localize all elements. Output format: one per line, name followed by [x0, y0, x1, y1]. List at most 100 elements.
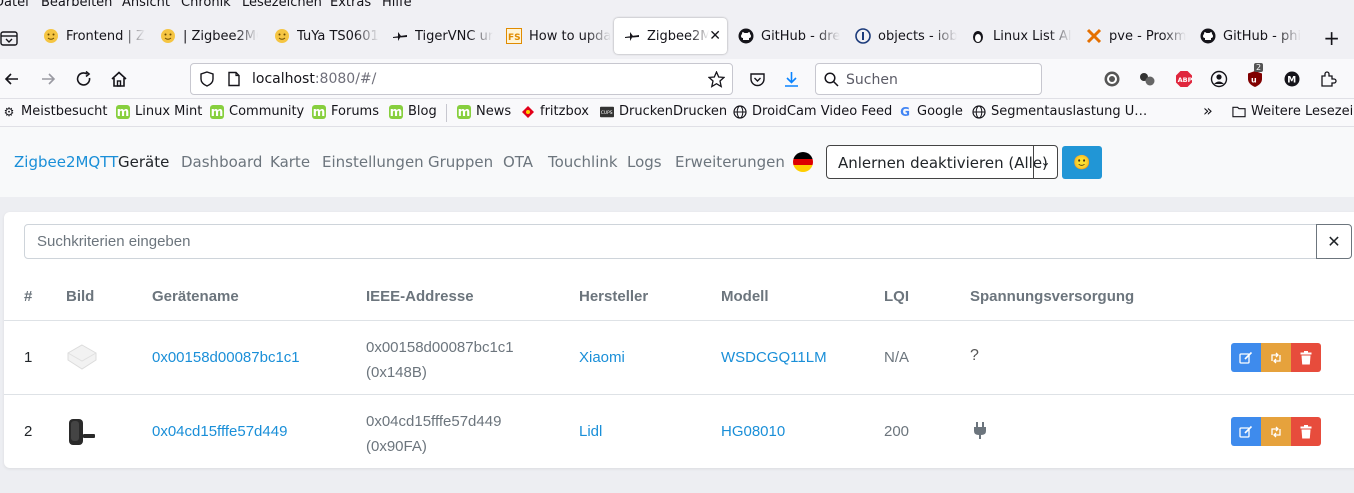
header-model[interactable]: Modell [721, 288, 769, 305]
extension-balls-icon[interactable] [1135, 67, 1159, 91]
emoji-icon [274, 28, 290, 44]
tab-zigbee2mqtt-1[interactable]: | Zigbee2MQ [150, 18, 258, 54]
bookmark-drucken[interactable]: CUPS DruckenDrucken [600, 104, 727, 119]
home-button[interactable] [107, 67, 131, 91]
nav-dashboard[interactable]: Dashboard [181, 153, 262, 171]
bookmark-star-icon[interactable] [708, 71, 725, 88]
github-icon [1200, 28, 1216, 44]
bookmark-other-folder[interactable]: Weitere Lesezeic [1232, 104, 1354, 119]
emoji-icon [43, 28, 59, 44]
nav-map[interactable]: Karte [270, 153, 310, 171]
device-search-input[interactable] [24, 224, 1317, 259]
search-bar[interactable]: Suchen [815, 63, 1042, 95]
tab-how-to-update[interactable]: FS How to upda [496, 18, 612, 54]
extensions-puzzle-icon[interactable] [1316, 67, 1340, 91]
remove-button[interactable] [1291, 417, 1321, 446]
shield-icon[interactable] [199, 71, 215, 87]
pocket-icon[interactable] [745, 67, 769, 91]
header-vendor[interactable]: Hersteller [579, 288, 648, 305]
github-icon [738, 28, 754, 44]
tab-github-2[interactable]: GitHub - phi [1190, 18, 1302, 54]
bookmark-separator [446, 104, 447, 122]
bookmark-news[interactable]: m News [457, 104, 511, 119]
extension-m-icon[interactable]: M [1280, 67, 1304, 91]
app-brand[interactable]: Zigbee2MQTT [14, 153, 118, 171]
emoji-button[interactable]: 🙂 [1062, 146, 1102, 179]
nav-settings[interactable]: Einstellungen [322, 153, 424, 171]
bookmark-droidcam[interactable]: DroidCam Video Feed [733, 104, 892, 119]
menu-help[interactable]: Hilfe [382, 0, 412, 10]
new-tab-button[interactable]: + [1323, 26, 1340, 50]
clear-search-button[interactable]: ✕ [1316, 224, 1352, 259]
bookmarks-overflow-button[interactable]: » [1203, 101, 1213, 120]
fritzbox-icon [521, 105, 535, 119]
header-image[interactable]: Bild [66, 288, 94, 305]
downloads-icon[interactable] [779, 67, 803, 91]
vendor-link[interactable]: Xiaomi [579, 349, 625, 366]
tab-zigbee2mqtt-active[interactable]: Zigbee2MQTT ✕ [614, 18, 727, 54]
vendor-link[interactable]: Lidl [579, 423, 602, 440]
bookmark-google[interactable]: G Google [898, 104, 963, 119]
zigbee-icon [624, 28, 640, 44]
reconfigure-button[interactable] [1261, 417, 1291, 446]
bookmark-segmentauslastung[interactable]: Segmentauslastung U… [972, 104, 1147, 119]
menu-edit[interactable]: Bearbeiten [41, 0, 112, 10]
tab-iobroker[interactable]: objects - iob [845, 18, 957, 54]
back-button[interactable] [0, 67, 24, 91]
tab-proxmox[interactable]: pve - Proxm [1076, 18, 1188, 54]
tab-linux-list[interactable]: Linux List Al [960, 18, 1072, 54]
reload-button[interactable] [72, 67, 96, 91]
row-actions [1231, 343, 1321, 372]
svg-text:M: M [1287, 76, 1296, 86]
url-text[interactable]: localhost:8080/#/ [252, 71, 376, 87]
edit-button[interactable] [1231, 417, 1261, 446]
header-lqi[interactable]: LQI [884, 288, 909, 305]
bookmark-blog[interactable]: m Blog [389, 104, 437, 119]
bookmark-most-visited[interactable]: ⚙ Meistbesucht [2, 104, 108, 119]
edit-button[interactable] [1231, 343, 1261, 372]
bookmark-fritzbox[interactable]: fritzbox [521, 104, 589, 119]
header-ieee[interactable]: IEEE-Addresse [366, 288, 474, 305]
chevron-down-icon[interactable]: ⌄ [1033, 146, 1057, 178]
model-link[interactable]: WSDCGQ11LM [721, 349, 827, 366]
menu-tools[interactable]: Extras [330, 0, 371, 10]
model-link[interactable]: HG08010 [721, 423, 785, 440]
header-power[interactable]: Spannungsversorgung [970, 288, 1134, 305]
trash-icon [1300, 424, 1312, 438]
page-icon[interactable] [226, 71, 242, 87]
reconfigure-button[interactable] [1261, 343, 1291, 372]
nav-devices[interactable]: Geräte [118, 153, 169, 171]
forward-button[interactable] [36, 67, 60, 91]
nav-extensions[interactable]: Erweiterungen [675, 153, 785, 171]
menu-view[interactable]: Ansicht [122, 0, 170, 10]
device-name-link[interactable]: 0x00158d00087bc1c1 [152, 349, 300, 366]
nav-logs[interactable]: Logs [627, 153, 662, 171]
permit-join-button[interactable]: Anlernen deaktivieren (Alle) ⌄ [826, 145, 1058, 179]
header-number[interactable]: # [24, 288, 32, 305]
account-icon[interactable] [1207, 67, 1231, 91]
adblock-icon[interactable]: ABP [1172, 67, 1196, 91]
device-name-link[interactable]: 0x04cd15fffe57d449 [152, 423, 287, 440]
nav-ota[interactable]: OTA [503, 153, 533, 171]
menu-history[interactable]: Chronik [181, 0, 231, 10]
tab-tuya[interactable]: TuYa TS0601 [264, 18, 379, 54]
tab-github-1[interactable]: GitHub - dre [728, 18, 840, 54]
header-device-name[interactable]: Gerätename [152, 288, 239, 305]
url-bar[interactable]: localhost:8080/#/ [190, 63, 733, 95]
tab-list-icon[interactable] [0, 29, 20, 49]
close-tab-icon[interactable]: ✕ [709, 28, 721, 44]
nav-groups[interactable]: Gruppen [428, 153, 493, 171]
remove-button[interactable] [1291, 343, 1321, 372]
svg-text:FS: FS [508, 33, 521, 43]
tab-tigervnc[interactable]: TigerVNC ur [382, 18, 494, 54]
bookmark-forums[interactable]: m Forums [312, 104, 379, 119]
bookmark-community[interactable]: m Community [210, 104, 304, 119]
menu-file[interactable]: Datei [0, 0, 29, 10]
nav-touchlink[interactable]: Touchlink [548, 153, 618, 171]
bookmark-linux-mint[interactable]: m Linux Mint [116, 104, 202, 119]
german-flag-icon[interactable] [793, 152, 813, 172]
tab-frontend[interactable]: Frontend | Z [33, 18, 155, 54]
ublock-icon[interactable]: u2 [1243, 63, 1267, 91]
menu-bookmarks[interactable]: Lesezeichen [242, 0, 322, 10]
extension-icon[interactable] [1100, 67, 1124, 91]
